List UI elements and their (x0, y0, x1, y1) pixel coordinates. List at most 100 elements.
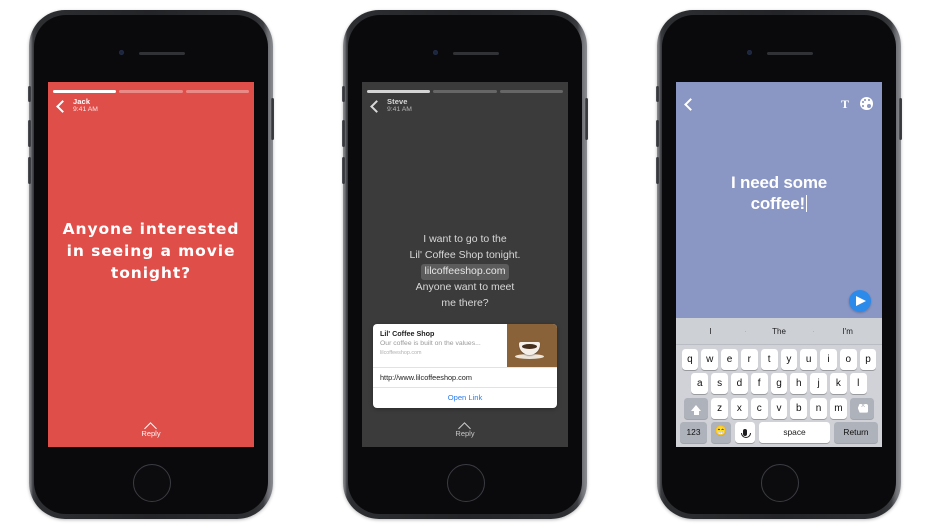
key-m[interactable]: m (829, 397, 847, 419)
text-cursor (805, 195, 808, 213)
progress-segment (53, 90, 117, 93)
key-b[interactable]: b (790, 397, 808, 419)
key-r[interactable]: r (740, 349, 758, 370)
home-button[interactable] (761, 464, 799, 502)
volume-down-button[interactable] (656, 157, 659, 184)
story-author-meta: Steve 9:41 AM (387, 97, 412, 114)
link-card-top: Lil' Coffee Shop Our coffee is built on … (373, 324, 557, 367)
key-v[interactable]: v (770, 397, 788, 419)
front-camera-icon (433, 50, 438, 55)
send-button[interactable] (849, 290, 871, 312)
earpiece-speaker (767, 52, 813, 55)
predictive-text-bar: I The I'm (676, 318, 882, 345)
back-chevron-icon[interactable] (54, 100, 67, 113)
keyboard-row-4: 123 😁 space Return (678, 421, 880, 443)
phone-bezel-2: Steve 9:41 AM I want to go to the Lil' C… (348, 15, 582, 514)
key-c[interactable]: c (750, 397, 768, 419)
story-progress-bar (367, 90, 563, 93)
key-l[interactable]: l (849, 373, 867, 395)
power-button[interactable] (899, 98, 902, 140)
color-palette-icon[interactable] (860, 97, 873, 110)
story-timestamp: 9:41 AM (73, 106, 98, 114)
text-tool-button[interactable]: T (841, 98, 849, 110)
progress-segment (499, 90, 563, 93)
compose-message-text[interactable]: I need some coffee! (690, 172, 868, 215)
key-d[interactable]: d (731, 373, 748, 395)
back-chevron-icon[interactable] (368, 100, 381, 113)
key-q[interactable]: q (681, 349, 699, 370)
key-s[interactable]: s (711, 373, 728, 395)
key-i[interactable]: i (820, 349, 837, 370)
prediction-item[interactable]: I'm (813, 327, 882, 336)
home-button[interactable] (133, 464, 171, 502)
silent-switch[interactable] (656, 86, 659, 102)
key-e[interactable]: e (721, 349, 738, 370)
microphone-icon (740, 428, 752, 439)
story-author-meta: Jack 9:41 AM (73, 97, 98, 114)
key-g[interactable]: g (770, 373, 788, 395)
dictation-key[interactable] (735, 421, 755, 443)
key-w[interactable]: w (701, 349, 719, 370)
palette-dot (867, 98, 870, 101)
reply-affordance[interactable]: Reply (362, 421, 568, 438)
power-button[interactable] (585, 98, 588, 140)
volume-up-button[interactable] (342, 120, 345, 147)
key-p[interactable]: p (859, 349, 877, 370)
key-u[interactable]: u (800, 349, 818, 370)
emoji-key[interactable]: 😁 (711, 421, 731, 443)
message-link[interactable]: lilcoffeeshop.com (420, 263, 510, 280)
prediction-item[interactable]: I (676, 327, 745, 336)
delete-key[interactable] (849, 397, 874, 419)
story-message-text: I want to go to the Lil' Coffee Shop ton… (374, 232, 556, 312)
screenshot-stage: Jack 9:41 AM Anyone interested in seeing… (0, 0, 930, 529)
return-key[interactable]: Return (834, 421, 878, 443)
key-z[interactable]: z (711, 397, 728, 419)
progress-segment (185, 90, 249, 93)
phone-bezel-3: T I need some coffee! I The I'm q w e r … (662, 15, 896, 514)
home-button[interactable] (447, 464, 485, 502)
front-camera-icon (119, 50, 124, 55)
prediction-item[interactable]: The (744, 327, 814, 336)
open-link-button[interactable]: Open Link (373, 387, 557, 408)
volume-up-button[interactable] (28, 120, 31, 147)
link-card-title: Lil' Coffee Shop (380, 329, 435, 338)
power-button[interactable] (271, 98, 274, 140)
key-x[interactable]: x (731, 397, 748, 419)
screen-story-composer: T I need some coffee! I The I'm q w e r … (676, 82, 882, 447)
phone-device-1: Jack 9:41 AM Anyone interested in seeing… (28, 10, 274, 519)
volume-down-button[interactable] (342, 157, 345, 184)
backspace-delete-icon (855, 402, 868, 413)
key-a[interactable]: a (691, 373, 709, 395)
key-o[interactable]: o (839, 349, 857, 370)
keyboard-row-3: z x c v b n m (678, 397, 880, 419)
coffee-cup-photo-thumbnail (507, 324, 557, 367)
key-t[interactable]: t (760, 349, 778, 370)
link-preview-card[interactable]: Lil' Coffee Shop Our coffee is built on … (373, 324, 557, 408)
palette-dot (864, 98, 867, 101)
silent-switch[interactable] (342, 86, 345, 102)
phone-bezel-1: Jack 9:41 AM Anyone interested in seeing… (34, 15, 268, 514)
key-n[interactable]: n (810, 397, 827, 419)
reply-affordance[interactable]: Reply (48, 421, 254, 438)
key-j[interactable]: j (810, 373, 827, 395)
key-f[interactable]: f (750, 373, 768, 395)
numbers-key[interactable]: 123 (680, 421, 707, 443)
cup-shape (519, 342, 540, 355)
back-chevron-icon[interactable] (682, 98, 695, 111)
volume-down-button[interactable] (28, 157, 31, 184)
volume-up-button[interactable] (656, 120, 659, 147)
silent-switch[interactable] (28, 86, 31, 102)
screen-story-jack: Jack 9:41 AM Anyone interested in seeing… (48, 82, 254, 447)
composer-tools: T (841, 97, 873, 110)
shift-key[interactable] (684, 397, 709, 419)
palette-dot (862, 101, 865, 104)
key-y[interactable]: y (780, 349, 798, 370)
composer-header (682, 98, 695, 111)
space-key[interactable]: space (759, 421, 830, 443)
chevron-up-icon (143, 421, 159, 428)
message-line-2: Lil' Coffee Shop tonight. (409, 248, 521, 261)
key-k[interactable]: k (829, 373, 847, 395)
screen-story-steve: Steve 9:41 AM I want to go to the Lil' C… (362, 82, 568, 447)
key-h[interactable]: h (790, 373, 808, 395)
message-line-1: I want to go to the (423, 233, 507, 245)
